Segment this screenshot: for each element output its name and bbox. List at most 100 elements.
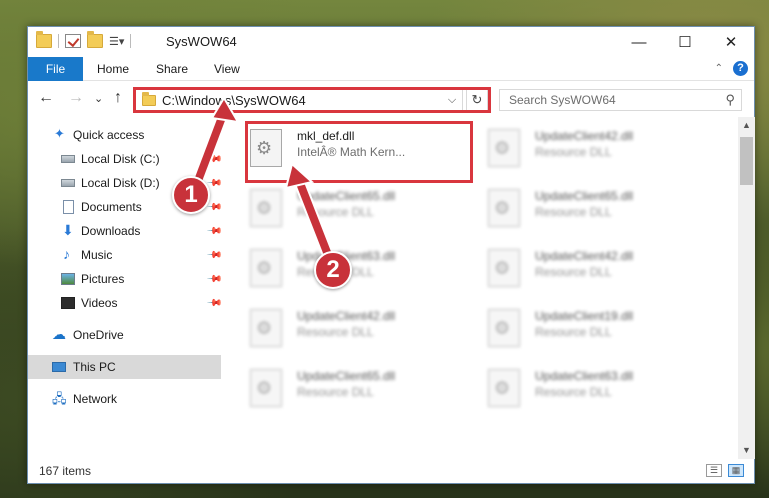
sidebar-item-label: Local Disk (D:) xyxy=(81,176,160,190)
search-input[interactable] xyxy=(500,90,700,110)
network-icon: 🖧 xyxy=(52,391,67,406)
sidebar-item-label: Local Disk (C:) xyxy=(81,152,160,166)
address-highlight-box xyxy=(133,87,491,113)
file-item[interactable]: UpdateClient65.dll Resource DLL xyxy=(228,177,460,233)
callout-badge-1: 1 xyxy=(172,176,210,214)
file-name: UpdateClient42.dll xyxy=(535,129,634,143)
close-button[interactable]: ✕ xyxy=(708,27,754,57)
music-icon: ♪ xyxy=(63,246,70,262)
tab-home[interactable]: Home xyxy=(87,57,139,81)
tab-share[interactable]: Share xyxy=(146,57,198,81)
dll-file-icon xyxy=(488,309,520,347)
explorer-window: ☰▾ SysWOW64 — ☐ ✕ File Home Share View ⌃… xyxy=(27,26,755,484)
sidebar-item-label: Music xyxy=(81,248,113,262)
file-type: Resource DLL xyxy=(535,265,612,279)
file-item[interactable]: UpdateClient42.dll Resource DLL xyxy=(466,237,698,293)
quick-access-toolbar: ☰▾ xyxy=(36,31,132,48)
sidebar-item-this-pc[interactable]: This PC xyxy=(28,355,221,379)
callout-badge-2: 2 xyxy=(314,251,352,289)
file-name: UpdateClient42.dll xyxy=(535,249,634,263)
disk-icon xyxy=(61,155,75,163)
file-type: Resource DLL xyxy=(297,205,374,219)
item-count: 167 items xyxy=(39,464,92,478)
sidebar-item-quick-access[interactable]: ✦ Quick access xyxy=(28,123,221,147)
sidebar-item-label: Quick access xyxy=(73,128,145,142)
cloud-icon: ☁ xyxy=(52,326,66,342)
pin-icon[interactable]: 📌 xyxy=(206,151,223,168)
scrollbar-thumb[interactable] xyxy=(740,137,753,185)
title-bar: ☰▾ SysWOW64 — ☐ ✕ xyxy=(28,27,754,57)
document-icon xyxy=(63,200,74,214)
forward-button[interactable]: → xyxy=(68,89,84,107)
sidebar-item-label: Pictures xyxy=(81,272,125,286)
file-type: Resource DLL xyxy=(535,325,612,339)
chevron-up-icon[interactable]: ⌃ xyxy=(715,63,723,74)
sidebar-item-label: Documents xyxy=(81,200,142,214)
dll-file-icon xyxy=(488,369,520,407)
file-name: UpdateClient65.dll xyxy=(297,189,396,203)
videos-icon xyxy=(61,297,75,309)
tab-file[interactable]: File xyxy=(28,57,83,81)
file-item[interactable]: UpdateClient65.dll Resource DLL xyxy=(228,357,460,413)
file-item[interactable]: UpdateClient42.dll Resource DLL xyxy=(466,117,698,173)
sidebar-item-label: Network xyxy=(73,392,118,406)
sidebar-item-music[interactable]: ♪ Music 📌 xyxy=(28,243,223,267)
star-icon: ✦ xyxy=(54,126,65,141)
search-icon[interactable]: ⚲ xyxy=(725,92,735,108)
file-type: Resource DLL xyxy=(535,145,612,159)
file-item[interactable]: UpdateClient19.dll Resource DLL xyxy=(466,297,698,353)
up-button[interactable]: ↑ xyxy=(114,89,122,107)
window-title: SysWOW64 xyxy=(166,34,237,49)
folder-icon[interactable] xyxy=(36,31,52,48)
tab-view[interactable]: View xyxy=(204,57,250,81)
file-type: Resource DLL xyxy=(297,325,374,339)
back-button[interactable]: ← xyxy=(38,89,54,107)
dll-file-icon xyxy=(250,189,282,227)
dll-file-icon xyxy=(250,309,282,347)
pictures-icon xyxy=(61,273,75,285)
sidebar-item-pictures[interactable]: Pictures 📌 xyxy=(28,267,223,291)
customize-toolbar-icon[interactable]: ☰▾ xyxy=(109,35,124,48)
file-name: UpdateClient42.dll xyxy=(297,309,396,323)
file-name: UpdateClient65.dll xyxy=(297,369,396,383)
details-view-icon[interactable]: ☰ xyxy=(706,464,722,477)
sidebar-item-network[interactable]: 🖧 Network xyxy=(28,387,221,411)
pin-icon[interactable]: 📌 xyxy=(206,223,223,240)
file-highlight-box xyxy=(245,121,473,183)
file-name: UpdateClient63.dll xyxy=(535,369,634,383)
scroll-down-icon[interactable]: ▼ xyxy=(738,442,755,459)
sidebar-item-local-disk-c[interactable]: Local Disk (C:) 📌 xyxy=(28,147,223,171)
sidebar-item-onedrive[interactable]: ☁ OneDrive xyxy=(28,323,221,347)
help-icon[interactable]: ? xyxy=(733,61,748,76)
vertical-scrollbar[interactable]: ▲ ▼ xyxy=(738,117,755,459)
separator xyxy=(58,34,59,48)
pin-icon[interactable]: 📌 xyxy=(206,247,223,264)
file-item[interactable]: UpdateClient63.dll Resource DLL xyxy=(466,357,698,413)
sidebar-item-label: OneDrive xyxy=(73,328,124,342)
search-box[interactable]: ⚲ xyxy=(499,89,742,111)
large-icons-view-icon[interactable]: ▦ xyxy=(728,464,744,477)
sidebar-item-videos[interactable]: Videos 📌 xyxy=(28,291,223,315)
recent-locations-button[interactable]: ⌄ xyxy=(94,92,103,105)
pin-icon[interactable]: 📌 xyxy=(206,295,223,312)
sidebar-item-label: Downloads xyxy=(81,224,141,238)
new-folder-icon[interactable] xyxy=(87,31,103,48)
status-bar: 167 items ☰ ▦ xyxy=(28,459,754,483)
dll-file-icon xyxy=(488,249,520,287)
pin-icon[interactable]: 📌 xyxy=(206,271,223,288)
scroll-up-icon[interactable]: ▲ xyxy=(738,117,755,134)
navigation-pane: ✦ Quick access Local Disk (C:) 📌 Local D… xyxy=(28,123,223,463)
file-item[interactable]: UpdateClient42.dll Resource DLL xyxy=(228,297,460,353)
file-name: UpdateClient65.dll xyxy=(535,189,634,203)
properties-icon[interactable] xyxy=(65,34,81,48)
download-icon: ⬇ xyxy=(62,222,74,238)
sidebar-item-label: This PC xyxy=(73,360,116,374)
file-item[interactable]: UpdateClient65.dll Resource DLL xyxy=(466,177,698,233)
computer-icon xyxy=(52,362,66,372)
ribbon: File Home Share View ⌃ ? xyxy=(28,57,754,81)
minimize-button[interactable]: — xyxy=(616,27,662,57)
maximize-button[interactable]: ☐ xyxy=(662,27,708,57)
separator xyxy=(130,34,132,48)
sidebar-item-downloads[interactable]: ⬇ Downloads 📌 xyxy=(28,219,223,243)
dll-file-icon xyxy=(250,249,282,287)
